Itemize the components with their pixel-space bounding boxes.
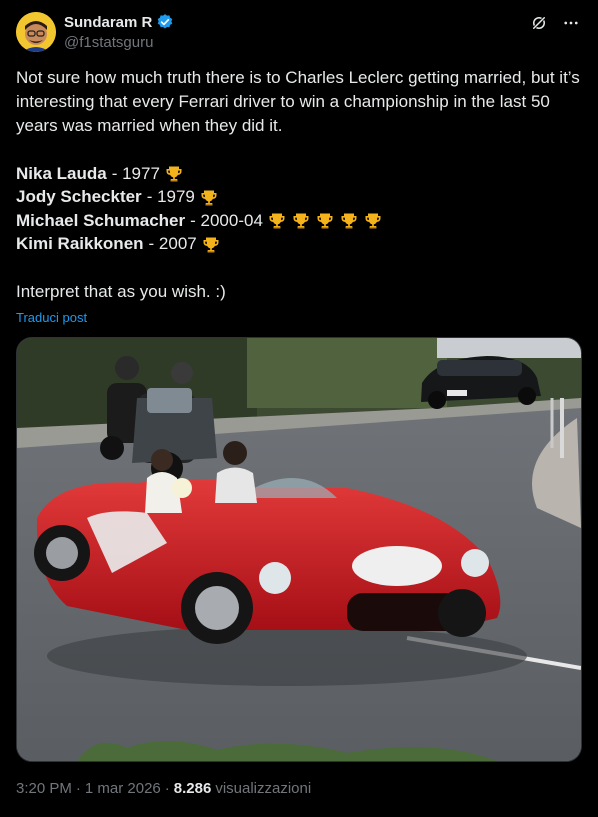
trophy-icon (315, 211, 335, 231)
view-count: 8.286 (173, 780, 212, 797)
trophy-icon (267, 211, 287, 231)
grok-icon[interactable] (528, 12, 550, 34)
champion-year: - 1979 (146, 187, 195, 207)
trophy-icon (363, 211, 383, 231)
champion-year: - 2000-04 (190, 210, 263, 230)
author-block: Sundaram R @f1statsguru (64, 12, 174, 51)
tweet-date[interactable]: 1 mar 2026 (85, 780, 161, 797)
tweet: Sundaram R @f1statsguru Not sure how muc… (0, 0, 598, 817)
translate-post-link[interactable]: Traduci post (16, 310, 87, 325)
champion-year: - 1977 (111, 163, 160, 183)
list-item: Kimi Raikkonen - 2007 (16, 233, 582, 257)
trophy-icon (199, 188, 219, 208)
champion-name: Jody Scheckter (16, 187, 142, 207)
trophy-icon (339, 211, 359, 231)
champion-name: Nika Lauda (16, 163, 107, 183)
trophy-icon (201, 235, 221, 255)
tweet-meta: 3:20 PM · 1 mar 2026 · 8.286 visualizzaz… (16, 780, 311, 797)
author-handle[interactable]: @f1statsguru (64, 34, 174, 51)
trophy-icon (291, 211, 311, 231)
author-name[interactable]: Sundaram R (64, 14, 152, 31)
tweet-time[interactable]: 3:20 PM (16, 780, 72, 797)
separator-dot: · (75, 780, 81, 797)
tweet-intro: Not sure how much truth there is to Char… (16, 68, 580, 135)
list-item: Michael Schumacher - 2000-04 (16, 209, 582, 233)
trophy-icon (164, 164, 184, 184)
champion-name: Kimi Raikkonen (16, 234, 144, 254)
tweet-actions (528, 12, 582, 34)
tweet-text: Not sure how much truth there is to Char… (16, 66, 582, 328)
list-item: Jody Scheckter - 1979 (16, 186, 582, 210)
view-count-label: visualizzazioni (215, 780, 312, 797)
verified-badge-icon (156, 13, 174, 31)
champion-list: Nika Lauda - 1977 Jody Scheckter - 1979 … (16, 162, 582, 256)
tweet-media-image[interactable] (16, 337, 582, 762)
avatar[interactable] (16, 12, 56, 52)
list-item: Nika Lauda - 1977 (16, 162, 582, 186)
more-icon[interactable] (560, 12, 582, 34)
separator-dot: · (164, 780, 170, 797)
champion-year: - 2007 (148, 234, 197, 254)
tweet-outro: Interpret that as you wish. :) (16, 282, 226, 301)
champion-name: Michael Schumacher (16, 210, 186, 230)
